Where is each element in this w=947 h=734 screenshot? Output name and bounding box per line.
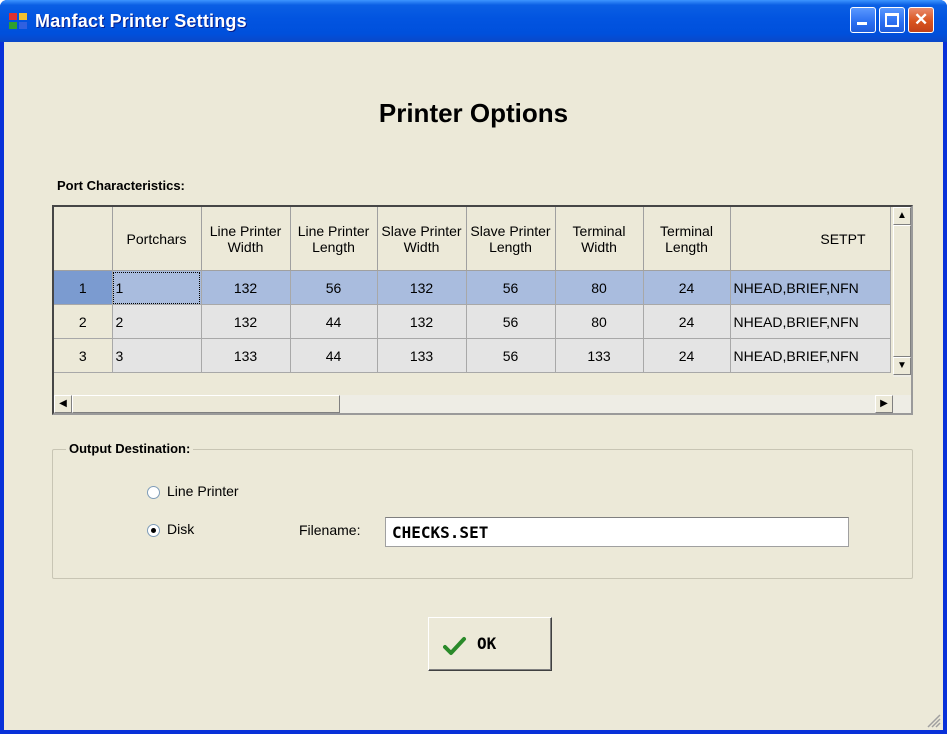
scroll-right-icon[interactable]: ▶: [875, 395, 893, 413]
column-header-slave-printer-length[interactable]: Slave Printer Length: [466, 207, 556, 271]
column-header-terminal-width[interactable]: Terminal Width: [555, 207, 644, 271]
table-cell[interactable]: 132: [377, 270, 467, 305]
table-cell[interactable]: 132: [201, 270, 291, 305]
scroll-up-icon[interactable]: ▲: [893, 207, 911, 225]
scroll-down-icon[interactable]: ▼: [893, 357, 911, 375]
horizontal-scrollbar[interactable]: ◀ ▶: [54, 395, 911, 413]
table-cell[interactable]: 56: [290, 270, 378, 305]
maximize-icon: [885, 13, 899, 27]
scroll-left-icon[interactable]: ◀: [54, 395, 72, 413]
ok-button[interactable]: OK: [428, 617, 552, 671]
radio-selected-dot: [151, 528, 156, 533]
table-cell[interactable]: 24: [643, 270, 731, 305]
column-header-line-printer-width[interactable]: Line Printer Width: [201, 207, 291, 271]
checkmark-icon: [443, 637, 466, 655]
port-characteristics-grid[interactable]: Portchars Line Printer Width Line Printe…: [52, 205, 913, 415]
table-cell[interactable]: 132: [377, 304, 467, 339]
ok-button-label: OK: [477, 634, 497, 653]
table-cell[interactable]: 3: [112, 338, 202, 373]
minimize-button[interactable]: [850, 7, 876, 33]
table-cell[interactable]: NHEAD,BRIEF,NFN: [730, 338, 891, 373]
grid-header-row: Portchars Line Printer Width Line Printe…: [54, 207, 891, 271]
close-icon: ✕: [914, 10, 929, 29]
column-header-terminal-length[interactable]: Terminal Length: [643, 207, 731, 271]
column-header-setpt[interactable]: SETPT: [730, 207, 891, 271]
title-bar[interactable]: Manfact Printer Settings ✕: [0, 0, 947, 42]
app-icon: [9, 13, 28, 30]
table-cell[interactable]: 44: [290, 338, 378, 373]
table-row[interactable]: 2 2 132 44 132 56 80 24 NHEAD,BRIEF,NFN: [54, 304, 891, 339]
column-header-portchars[interactable]: Portchars: [112, 207, 202, 271]
maximize-button[interactable]: [879, 7, 905, 33]
column-header-label: Terminal Width: [572, 222, 626, 255]
table-cell[interactable]: 80: [555, 304, 644, 339]
table-cell[interactable]: 133: [377, 338, 467, 373]
disk-label[interactable]: Disk: [167, 521, 194, 537]
column-header-label: Line Printer Length: [297, 222, 370, 255]
table-cell[interactable]: 56: [466, 270, 556, 305]
column-header-slave-printer-width[interactable]: Slave Printer Width: [377, 207, 467, 271]
port-characteristics-label: Port Characteristics:: [57, 178, 185, 193]
resize-grip-icon[interactable]: [927, 714, 941, 728]
table-cell[interactable]: 24: [643, 338, 731, 373]
close-button[interactable]: ✕: [908, 7, 934, 33]
row-number[interactable]: 3: [54, 338, 113, 373]
table-cell[interactable]: 24: [643, 304, 731, 339]
table-cell[interactable]: 56: [466, 304, 556, 339]
horizontal-scroll-thumb[interactable]: [72, 395, 340, 413]
table-cell[interactable]: 2: [112, 304, 202, 339]
table-row[interactable]: 3 3 133 44 133 56 133 24 NHEAD,BRIEF,NFN: [54, 338, 891, 373]
output-destination-label: Output Destination:: [66, 441, 194, 456]
window-title: Manfact Printer Settings: [35, 11, 247, 31]
column-header-label: Slave Printer Length: [470, 222, 551, 255]
table-cell[interactable]: NHEAD,BRIEF,NFN: [730, 304, 891, 339]
table-cell[interactable]: 133: [201, 338, 291, 373]
row-number[interactable]: 1: [54, 270, 113, 305]
table-cell[interactable]: 80: [555, 270, 644, 305]
table-cell[interactable]: 44: [290, 304, 378, 339]
column-header-label: Terminal Length: [660, 222, 713, 255]
minimize-icon: [857, 22, 867, 25]
table-row[interactable]: 1 1 132 56 132 56 80 24 NHEAD,BRIEF,NFN: [54, 270, 891, 305]
page-title: Printer Options: [378, 98, 569, 128]
filename-label: Filename:: [299, 522, 361, 538]
line-printer-label[interactable]: Line Printer: [167, 483, 239, 499]
client-area: Printer Options Port Characteristics: Po…: [4, 42, 943, 730]
filename-input[interactable]: CHECKS.SET: [385, 517, 849, 547]
vertical-scroll-thumb[interactable]: [893, 225, 911, 357]
column-header-label: Slave Printer Width: [381, 222, 462, 255]
table-cell[interactable]: 133: [555, 338, 644, 373]
line-printer-radio[interactable]: [147, 486, 160, 499]
app-window: Manfact Printer Settings ✕ Printer Optio…: [0, 0, 947, 734]
row-number[interactable]: 2: [54, 304, 113, 339]
vertical-scrollbar[interactable]: ▲ ▼: [893, 207, 911, 377]
disk-radio[interactable]: [147, 524, 160, 537]
row-header-corner: [54, 207, 113, 271]
table-cell[interactable]: 56: [466, 338, 556, 373]
table-cell[interactable]: 132: [201, 304, 291, 339]
output-destination-group: [52, 449, 913, 579]
table-cell[interactable]: 1: [112, 270, 202, 305]
column-header-label: Line Printer Width: [209, 222, 282, 255]
column-header-line-printer-length[interactable]: Line Printer Length: [290, 207, 378, 271]
table-cell[interactable]: NHEAD,BRIEF,NFN: [730, 270, 891, 305]
